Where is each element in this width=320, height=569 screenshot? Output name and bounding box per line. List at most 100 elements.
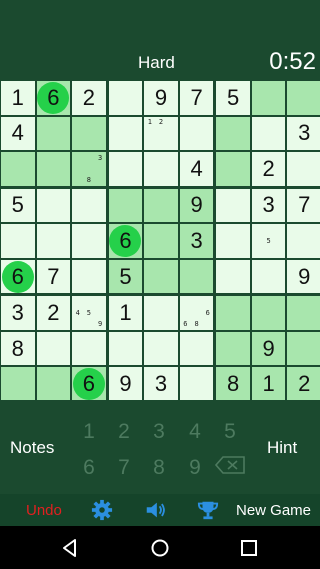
sudoku-cell[interactable] — [1, 152, 35, 186]
sudoku-cell[interactable] — [108, 188, 143, 223]
sudoku-cell[interactable] — [216, 296, 250, 330]
sudoku-cell[interactable]: 8 — [216, 367, 250, 402]
sudoku-cell[interactable]: 6 — [72, 367, 106, 402]
sudoku-cell[interactable] — [251, 81, 286, 115]
sudoku-cell[interactable] — [36, 367, 71, 402]
number-button-1[interactable]: 1 — [77, 420, 101, 444]
sudoku-cell[interactable]: 459 — [72, 296, 106, 330]
sudoku-cell[interactable]: 5 — [216, 81, 250, 115]
sudoku-cell[interactable] — [108, 331, 143, 366]
sudoku-cell[interactable] — [216, 331, 250, 366]
sudoku-cell[interactable] — [287, 331, 320, 366]
gear-icon[interactable] — [90, 499, 114, 521]
sudoku-cell[interactable] — [179, 259, 214, 294]
sudoku-cell[interactable]: 2 — [36, 296, 71, 330]
undo-button[interactable]: Undo — [26, 502, 62, 519]
sudoku-cell[interactable]: 1 — [251, 367, 286, 402]
hint-button[interactable]: Hint — [267, 438, 297, 458]
sudoku-cell[interactable]: 5 — [1, 188, 35, 223]
sudoku-cell[interactable] — [287, 81, 320, 115]
sudoku-cell[interactable] — [36, 188, 71, 223]
number-button-9[interactable]: 9 — [183, 456, 207, 480]
sudoku-cell[interactable] — [179, 116, 214, 151]
speaker-icon[interactable] — [143, 499, 167, 521]
sudoku-cell[interactable] — [287, 224, 320, 258]
sudoku-cell[interactable] — [179, 331, 214, 366]
sudoku-cell[interactable]: 6 — [108, 224, 143, 258]
sudoku-cell[interactable]: 9 — [251, 331, 286, 366]
sudoku-cell[interactable]: 1 — [1, 81, 35, 115]
sudoku-cell[interactable]: 9 — [287, 259, 320, 294]
sudoku-cell[interactable] — [251, 296, 286, 330]
sudoku-cell[interactable]: 38 — [72, 152, 106, 186]
sudoku-cell[interactable]: 6 — [36, 81, 71, 115]
sudoku-cell[interactable]: 3 — [251, 188, 286, 223]
sudoku-cell[interactable]: 4 — [179, 152, 214, 186]
sudoku-cell[interactable]: 8 — [1, 331, 35, 366]
sudoku-cell[interactable] — [72, 331, 106, 366]
number-button-6[interactable]: 6 — [77, 456, 101, 480]
new-game-button[interactable]: New Game — [236, 502, 311, 519]
sudoku-cell[interactable] — [108, 116, 143, 151]
recents-icon[interactable] — [238, 537, 260, 559]
sudoku-cell[interactable] — [36, 152, 71, 186]
sudoku-cell[interactable]: 3 — [179, 224, 214, 258]
sudoku-cell[interactable] — [72, 259, 106, 294]
erase-icon[interactable] — [215, 456, 245, 474]
sudoku-cell[interactable] — [251, 259, 286, 294]
sudoku-cell[interactable]: 5 — [108, 259, 143, 294]
number-button-4[interactable]: 4 — [183, 420, 207, 444]
sudoku-cell[interactable] — [36, 224, 71, 258]
sudoku-cell[interactable] — [72, 188, 106, 223]
sudoku-cell[interactable]: 9 — [179, 188, 214, 223]
notes-button[interactable]: Notes — [10, 438, 54, 458]
number-button-8[interactable]: 8 — [147, 456, 171, 480]
sudoku-cell[interactable] — [216, 152, 250, 186]
sudoku-cell[interactable] — [72, 224, 106, 258]
sudoku-cell[interactable] — [216, 116, 250, 151]
sudoku-cell[interactable] — [1, 367, 35, 402]
sudoku-cell[interactable]: 7 — [287, 188, 320, 223]
sudoku-cell[interactable]: 2 — [72, 81, 106, 115]
sudoku-cell[interactable]: 2 — [251, 152, 286, 186]
sudoku-cell[interactable] — [144, 152, 178, 186]
number-button-3[interactable]: 3 — [147, 420, 171, 444]
sudoku-cell[interactable]: 3 — [144, 367, 178, 402]
sudoku-cell[interactable] — [1, 224, 35, 258]
sudoku-cell[interactable] — [144, 188, 178, 223]
sudoku-cell[interactable]: 1 — [108, 296, 143, 330]
number-button-7[interactable]: 7 — [112, 456, 136, 480]
sudoku-cell[interactable] — [251, 116, 286, 151]
sudoku-cell[interactable]: 9 — [108, 367, 143, 402]
sudoku-cell[interactable]: 2 — [287, 367, 320, 402]
sudoku-cell[interactable] — [108, 152, 143, 186]
sudoku-cell[interactable]: 3 — [1, 296, 35, 330]
sudoku-cell[interactable] — [36, 331, 71, 366]
sudoku-cell[interactable] — [144, 224, 178, 258]
sudoku-cell[interactable] — [72, 116, 106, 151]
home-icon[interactable] — [149, 537, 171, 559]
sudoku-cell[interactable]: 3 — [287, 116, 320, 151]
sudoku-cell[interactable] — [216, 188, 250, 223]
sudoku-cell[interactable]: 6 68 — [179, 296, 214, 330]
sudoku-cell[interactable] — [216, 224, 250, 258]
sudoku-cell[interactable] — [144, 296, 178, 330]
sudoku-cell[interactable]: 4 — [1, 116, 35, 151]
sudoku-cell[interactable]: 7 — [36, 259, 71, 294]
sudoku-cell[interactable] — [144, 259, 178, 294]
sudoku-cell[interactable] — [287, 152, 320, 186]
sudoku-cell[interactable] — [287, 296, 320, 330]
number-button-5[interactable]: 5 — [218, 420, 242, 444]
sudoku-cell[interactable] — [179, 367, 214, 402]
trophy-icon[interactable] — [196, 499, 220, 521]
sudoku-cell[interactable] — [36, 116, 71, 151]
sudoku-cell[interactable]: 7 — [179, 81, 214, 115]
number-button-2[interactable]: 2 — [112, 420, 136, 444]
sudoku-cell[interactable]: 5 — [251, 224, 286, 258]
sudoku-cell[interactable] — [108, 81, 143, 115]
sudoku-cell[interactable]: 6 — [1, 259, 35, 294]
sudoku-cell[interactable]: 9 — [144, 81, 178, 115]
sudoku-cell[interactable] — [144, 331, 178, 366]
back-icon[interactable] — [59, 537, 81, 559]
sudoku-cell[interactable] — [216, 259, 250, 294]
